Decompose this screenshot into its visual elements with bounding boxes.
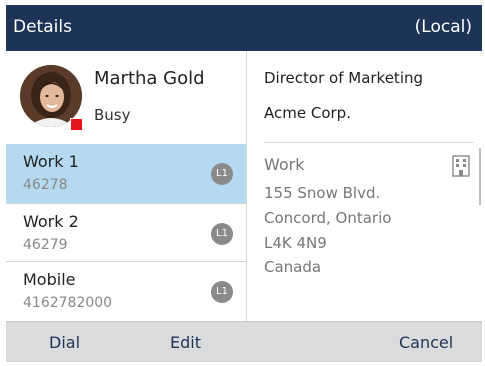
contact-details-screen: Details (Local) Martha Gold Busy Work 1 … [6,5,482,362]
building-icon [452,155,470,177]
line-badge: L1 [211,223,233,245]
contact-status: Busy [94,106,131,124]
contact-profile: Martha Gold Busy [6,51,246,144]
address-line: 155 Snow Blvd. [264,184,381,202]
address-label: Work [264,155,305,174]
softkey-bar: Dial Edit Cancel [6,321,482,362]
number-value: 4162782000 [23,295,113,311]
number-list: Work 1 46278 L1 Work 2 46279 L1 Mobile 4… [6,144,246,321]
contact-details-panel: Director of Marketing Acme Corp. Work 15… [247,51,482,321]
number-label: Work 2 [23,212,79,231]
screen-title: Details [13,17,72,37]
address-line: Concord, Ontario [264,209,392,227]
edit-softkey[interactable]: Edit [170,333,201,352]
address-line: Canada [264,258,322,276]
address-line: L4K 4N9 [264,234,327,252]
details-scrollbar[interactable] [479,148,481,205]
details-divider [264,142,474,143]
number-label: Mobile [23,270,76,289]
number-item-work-1[interactable]: Work 1 46278 L1 [6,144,246,203]
line-badge: L1 [211,281,233,303]
dial-softkey[interactable]: Dial [49,333,80,352]
line-badge: L1 [211,163,233,185]
job-title: Director of Marketing [264,69,424,87]
number-label: Work 1 [23,152,79,171]
contact-left-panel: Martha Gold Busy Work 1 46278 L1 Work 2 … [6,51,246,321]
directory-location: (Local) [414,17,472,37]
number-item-mobile[interactable]: Mobile 4162782000 L1 [6,262,246,321]
presence-busy-indicator [70,118,83,131]
header-bar: Details (Local) [6,5,482,51]
number-value: 46278 [23,177,68,193]
company-name: Acme Corp. [264,104,351,122]
number-item-work-2[interactable]: Work 2 46279 L1 [6,203,246,262]
contact-name: Martha Gold [94,68,205,89]
number-value: 46279 [23,237,68,253]
cancel-softkey[interactable]: Cancel [399,333,453,352]
